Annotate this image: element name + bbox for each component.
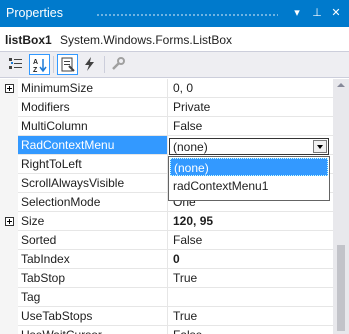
title-bar: Properties ▾ ⊥ ✕ — [0, 0, 349, 27]
property-name: TabStop — [18, 269, 168, 288]
sort-az-icon: A Z — [33, 59, 47, 73]
property-name: Size — [18, 212, 168, 231]
property-name: TabIndex — [18, 250, 168, 269]
property-row-size[interactable]: Size 120, 95 — [0, 212, 333, 231]
expand-plus-icon[interactable] — [5, 217, 14, 226]
categorized-icon — [9, 58, 22, 69]
property-grid: MinimumSize 0, 0 Modifiers Private Multi… — [0, 79, 333, 334]
radcontextmenu-dropdown-list: (none) radContextMenu1 — [168, 156, 330, 201]
property-name: RadContextMenu — [18, 136, 168, 155]
property-name: MultiColumn — [18, 117, 168, 136]
window-menu-icon[interactable]: ▾ — [289, 5, 305, 21]
property-value[interactable]: False — [168, 231, 333, 250]
properties-button[interactable] — [57, 54, 78, 75]
row-gutter — [0, 326, 18, 334]
property-value[interactable]: 0 — [168, 250, 333, 269]
property-value[interactable]: 0, 0 — [168, 79, 333, 98]
wrench-icon — [112, 57, 125, 70]
property-row-multicolumn[interactable]: MultiColumn False — [0, 117, 333, 136]
events-button[interactable] — [80, 54, 101, 75]
toolbar-separator — [53, 56, 54, 73]
property-value[interactable] — [168, 288, 333, 307]
toolbar-separator — [104, 56, 105, 73]
property-value[interactable]: True — [168, 269, 333, 288]
row-gutter — [0, 231, 18, 250]
property-row-tabindex[interactable]: TabIndex 0 — [0, 250, 333, 269]
dropdown-option-none[interactable]: (none) — [170, 158, 328, 176]
combobox-value: (none) — [173, 140, 208, 154]
property-value[interactable]: Private — [168, 98, 333, 117]
lightning-icon — [85, 57, 94, 71]
property-name: MinimumSize — [18, 79, 168, 98]
svg-text:Z: Z — [33, 67, 38, 73]
row-gutter — [0, 250, 18, 269]
row-gutter — [0, 98, 18, 117]
property-name: ScrollAlwaysVisible — [18, 174, 168, 193]
radcontextmenu-combobox[interactable]: (none) — [169, 138, 329, 155]
property-row-usetabstops[interactable]: UseTabStops True — [0, 307, 333, 326]
alphabetical-button[interactable]: A Z — [29, 54, 50, 75]
row-gutter — [0, 79, 18, 98]
properties-icon — [61, 57, 75, 72]
property-name: UseWaitCursor — [18, 326, 168, 334]
object-selector[interactable]: listBox1 System.Windows.Forms.ListBox — [0, 28, 349, 52]
svg-text:A: A — [33, 59, 38, 66]
chevron-down-icon[interactable] — [313, 140, 327, 153]
expand-plus-icon[interactable] — [5, 84, 14, 93]
close-icon[interactable]: ✕ — [328, 5, 344, 21]
scrollbar-thumb[interactable] — [337, 245, 345, 331]
drag-grip[interactable] — [96, 13, 278, 17]
scroll-up-arrow-icon[interactable] — [337, 83, 345, 87]
row-gutter — [0, 269, 18, 288]
row-gutter — [0, 212, 18, 231]
row-gutter — [0, 174, 18, 193]
property-name: RightToLeft — [18, 155, 168, 174]
dropdown-option-radcontextmenu1[interactable]: radContextMenu1 — [170, 177, 328, 195]
row-gutter — [0, 288, 18, 307]
property-name: Modifiers — [18, 98, 168, 117]
categorized-button[interactable] — [6, 54, 27, 75]
row-gutter — [0, 193, 18, 212]
object-name: listBox1 — [5, 33, 52, 47]
property-value[interactable]: 120, 95 — [168, 212, 333, 231]
property-value[interactable]: False — [168, 326, 333, 334]
row-gutter — [0, 136, 18, 155]
property-name: SelectionMode — [18, 193, 168, 212]
vertical-scrollbar[interactable] — [333, 79, 349, 334]
row-gutter — [0, 117, 18, 136]
property-row-modifiers[interactable]: Modifiers Private — [0, 98, 333, 117]
row-gutter — [0, 307, 18, 326]
property-name: Tag — [18, 288, 168, 307]
property-row-sorted[interactable]: Sorted False — [0, 231, 333, 250]
property-name: UseTabStops — [18, 307, 168, 326]
property-name: Sorted — [18, 231, 168, 250]
auto-hide-pin-icon[interactable]: ⊥ — [309, 5, 325, 21]
window-title: Properties — [6, 6, 63, 20]
property-value[interactable]: False — [168, 117, 333, 136]
property-row-usewaitcursor[interactable]: UseWaitCursor False — [0, 326, 333, 334]
properties-toolbar: A Z — [0, 52, 349, 78]
property-pages-button[interactable] — [108, 54, 129, 75]
property-value[interactable]: True — [168, 307, 333, 326]
row-gutter — [0, 155, 18, 174]
property-row-tabstop[interactable]: TabStop True — [0, 269, 333, 288]
object-type: System.Windows.Forms.ListBox — [60, 33, 233, 47]
property-row-minimumsize[interactable]: MinimumSize 0, 0 — [0, 79, 333, 98]
property-row-tag[interactable]: Tag — [0, 288, 333, 307]
